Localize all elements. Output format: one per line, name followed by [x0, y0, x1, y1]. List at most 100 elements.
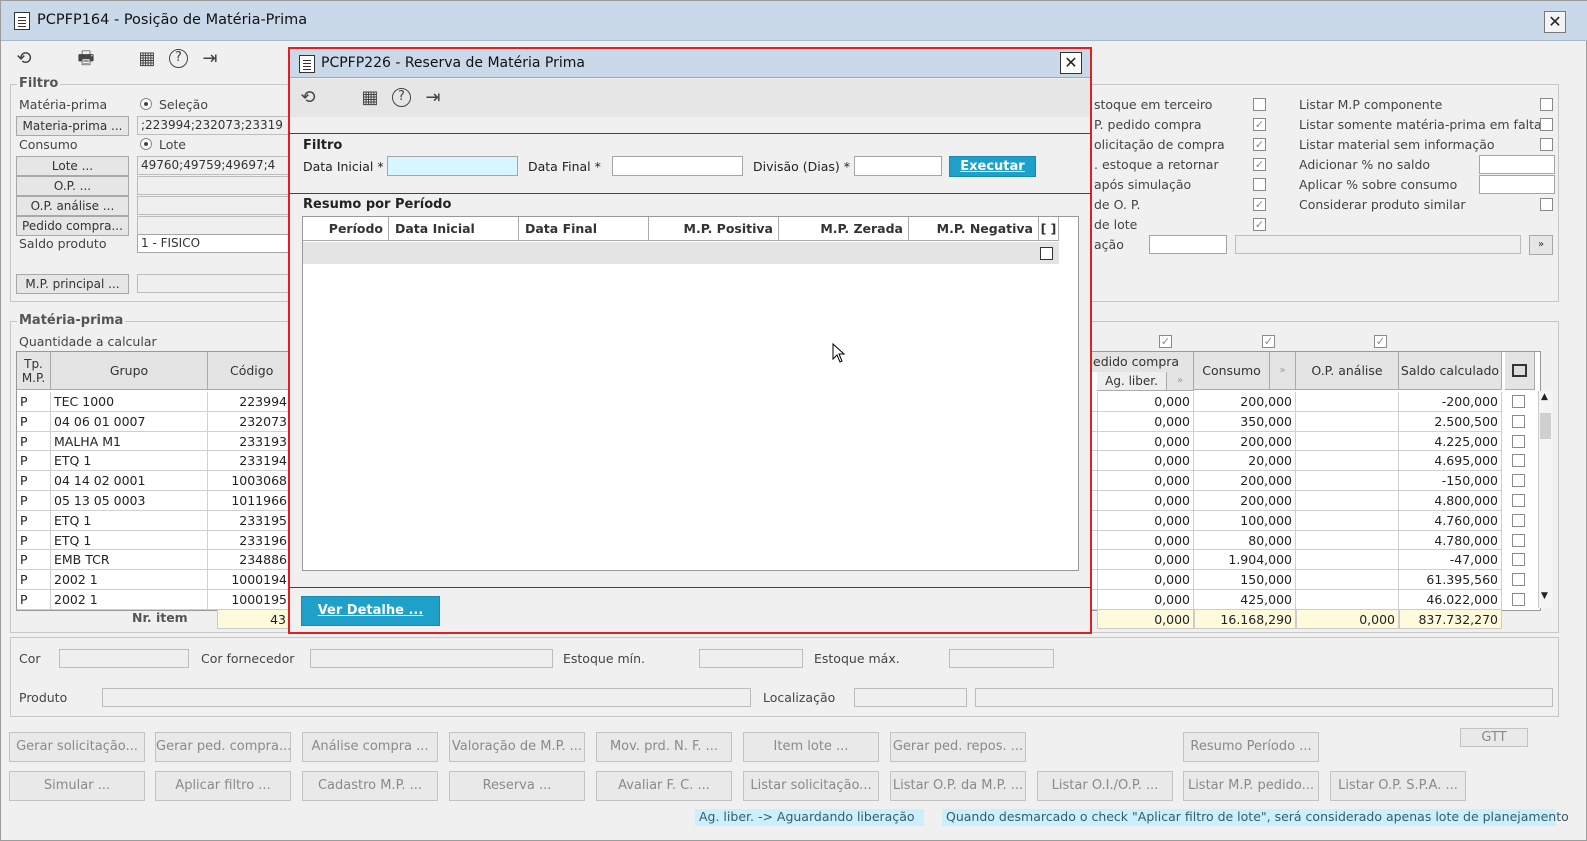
row-op-analise[interactable]	[1296, 510, 1399, 531]
row-checkbox[interactable]	[1512, 395, 1525, 408]
row-tp[interactable]: P	[17, 510, 51, 531]
row-grupo[interactable]: 05 13 05 0003	[51, 491, 208, 511]
mp-principal-button[interactable]: M.P. principal ...	[16, 274, 129, 294]
avaliar-fc-button[interactable]: Avaliar F. C. ...	[596, 771, 732, 801]
qtd-chk-consumo[interactable]: ✓	[1262, 335, 1275, 348]
row-op-analise[interactable]	[1296, 550, 1399, 571]
grid-scrollbar[interactable]: ▲ ▼	[1538, 391, 1552, 608]
gtt-button[interactable]: GTT	[1460, 728, 1528, 747]
item-lote-button[interactable]: Item lote ...	[743, 732, 879, 762]
row-ag-liber[interactable]: 0,000	[1097, 392, 1194, 412]
qtd-chk-pedido[interactable]: ✓	[1159, 335, 1172, 348]
row-op-analise[interactable]	[1296, 491, 1399, 511]
filtro-chk-5[interactable]	[1253, 178, 1266, 191]
col-tp[interactable]: Tp. M.P.	[17, 352, 51, 390]
calendar-icon[interactable]: ▦	[134, 46, 160, 72]
valoracao-mp-button[interactable]: Valoração de M.P. ...	[449, 732, 585, 762]
row-op-analise[interactable]	[1296, 570, 1399, 590]
col-periodo[interactable]: Período	[303, 217, 389, 241]
row-codigo[interactable]: 1000195	[208, 590, 291, 610]
row-codigo[interactable]: 233195	[208, 510, 291, 531]
row-consumo[interactable]: 350,000	[1194, 411, 1296, 432]
col-codigo[interactable]: Código	[208, 352, 291, 390]
row-ag-liber[interactable]: 0,000	[1097, 491, 1194, 511]
row-checkbox[interactable]	[1512, 474, 1525, 488]
gerar-ped-compra-button[interactable]: Gerar ped. compra...	[155, 732, 291, 762]
row-saldo[interactable]: -47,000	[1399, 550, 1502, 571]
considerar-similar-checkbox[interactable]	[1540, 198, 1553, 211]
row-grupo[interactable]: 2002 1	[51, 590, 208, 610]
listar-mp-pedido-button[interactable]: Listar M.P. pedido...	[1183, 771, 1319, 801]
filtro-chk-3[interactable]: ✓	[1253, 138, 1266, 151]
scroll-down-icon[interactable]: ▼	[1541, 591, 1548, 601]
mp-principal-field[interactable]	[137, 274, 289, 293]
row-ag-liber[interactable]: 0,000	[1097, 590, 1194, 610]
row-tp[interactable]: P	[17, 451, 51, 472]
gerar-ped-repos-button[interactable]: Gerar ped. repos. ...	[890, 732, 1026, 762]
filtro-opt-8-field[interactable]	[1149, 235, 1227, 254]
filtro-chk-1[interactable]	[1253, 98, 1266, 111]
row-op-analise[interactable]	[1296, 431, 1399, 452]
row-ag-liber[interactable]: 0,000	[1097, 510, 1194, 531]
row-checkbox[interactable]	[1512, 553, 1525, 567]
col-pedido-compra[interactable]: edido compra	[1091, 352, 1194, 372]
dialog-calendar-icon[interactable]: ▦	[357, 85, 383, 111]
mov-prd-nf-button[interactable]: Mov. prd. N. F. ...	[596, 732, 732, 762]
scroll-up-icon[interactable]: ▲	[1541, 392, 1548, 402]
row-op-analise[interactable]	[1296, 451, 1399, 472]
row-tp[interactable]: P	[17, 431, 51, 452]
filtro-chk-7[interactable]: ✓	[1253, 218, 1266, 231]
row-grupo[interactable]: EMB TCR	[51, 550, 208, 571]
row-tp[interactable]: P	[17, 491, 51, 511]
op-analise-button[interactable]: O.P. análise ...	[16, 196, 129, 216]
saldo-produto-select[interactable]: 1 - FISICO	[137, 234, 289, 253]
col-select[interactable]: [ ]	[1039, 217, 1059, 241]
aplicar-pct-field[interactable]	[1479, 175, 1555, 194]
dialog-refresh-icon[interactable]: ⟲	[295, 85, 321, 111]
row-codigo[interactable]: 1000194	[208, 570, 291, 590]
row-grupo[interactable]: ETQ 1	[51, 530, 208, 551]
row-codigo[interactable]: 233196	[208, 530, 291, 551]
simular-button[interactable]: Simular ...	[9, 771, 145, 801]
radio-lote[interactable]	[140, 138, 152, 150]
gerar-solicitacao-button[interactable]: Gerar solicitação...	[9, 732, 145, 762]
row-grupo[interactable]: ETQ 1	[51, 510, 208, 531]
aplicar-filtro-button[interactable]: Aplicar filtro ...	[155, 771, 291, 801]
row-consumo[interactable]: 80,000	[1194, 530, 1296, 551]
data-inicial-input[interactable]	[387, 156, 518, 176]
divisao-input[interactable]	[854, 156, 942, 176]
row-grupo[interactable]: 04 06 01 0007	[51, 411, 208, 432]
exit-icon[interactable]: ⇥	[197, 46, 223, 72]
col-select-all[interactable]	[1505, 352, 1535, 390]
row-tp[interactable]: P	[17, 392, 51, 412]
row-ag-liber[interactable]: 0,000	[1097, 411, 1194, 432]
filtro-chk-2[interactable]: ✓	[1253, 118, 1266, 131]
row-consumo[interactable]: 100,000	[1194, 510, 1296, 531]
lote-button[interactable]: Lote ...	[16, 156, 129, 176]
dialog-help-icon[interactable]: ?	[392, 88, 411, 107]
row-codigo[interactable]: 232073	[208, 411, 291, 432]
scroll-thumb[interactable]	[1540, 413, 1551, 439]
row-op-analise[interactable]	[1296, 471, 1399, 491]
row-codigo[interactable]: 233194	[208, 451, 291, 472]
row-op-analise[interactable]	[1296, 590, 1399, 610]
row-saldo[interactable]: 4.800,000	[1399, 491, 1502, 511]
dialog-exit-icon[interactable]: ⇥	[420, 85, 446, 111]
row-checkbox[interactable]	[1512, 414, 1525, 428]
row-grupo[interactable]: TEC 1000	[51, 392, 208, 412]
listar-solicitacao-button[interactable]: Listar solicitação...	[743, 771, 879, 801]
cadastro-mp-button[interactable]: Cadastro M.P. ...	[302, 771, 438, 801]
row-checkbox[interactable]	[1512, 434, 1525, 448]
qtd-chk-op-analise[interactable]: ✓	[1374, 335, 1387, 348]
row-checkbox[interactable]	[1512, 454, 1525, 468]
listar-op-mp-button[interactable]: Listar O.P. da M.P. ...	[890, 771, 1026, 801]
row-saldo[interactable]: 4.760,000	[1399, 510, 1502, 531]
row-tp[interactable]: P	[17, 411, 51, 432]
row-ag-liber[interactable]: 0,000	[1097, 550, 1194, 571]
row-saldo[interactable]: 2.500,500	[1399, 411, 1502, 432]
row-saldo[interactable]: 4.780,000	[1399, 530, 1502, 551]
row-codigo[interactable]: 1011966	[208, 491, 291, 511]
row-consumo[interactable]: 1.904,000	[1194, 550, 1296, 571]
row-ag-liber[interactable]: 0,000	[1097, 451, 1194, 472]
col-grupo[interactable]: Grupo	[51, 352, 208, 390]
